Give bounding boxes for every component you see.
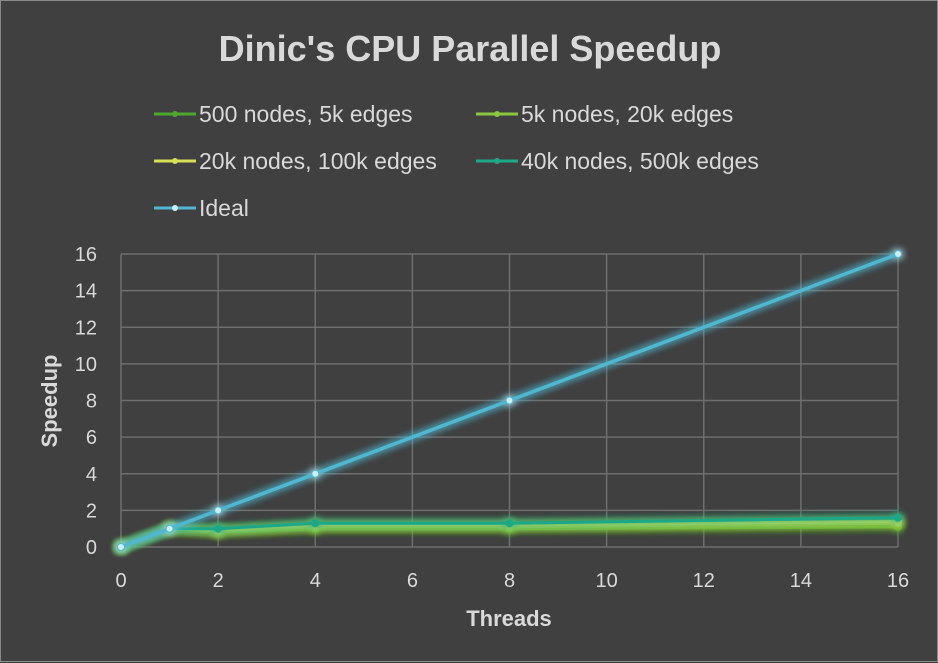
- legend-label: 40k nodes, 500k edges: [521, 148, 759, 174]
- legend-item: Ideal: [154, 195, 249, 221]
- y-tick-label: 6: [86, 427, 97, 449]
- legend-marker: [494, 111, 500, 117]
- y-tick-label: 14: [75, 281, 97, 303]
- data-point: [505, 519, 514, 528]
- legend-marker: [172, 158, 178, 164]
- legend-marker: [172, 111, 178, 117]
- data-point: [894, 250, 902, 258]
- y-tick-label: 8: [86, 391, 97, 413]
- legend-item: 20k nodes, 100k edges: [154, 148, 437, 174]
- legend-item: 5k nodes, 20k edges: [476, 101, 733, 127]
- legend-label: 500 nodes, 5k edges: [199, 101, 413, 127]
- y-tick-label: 4: [86, 464, 97, 486]
- x-tick-label: 10: [596, 570, 618, 592]
- legend: 500 nodes, 5k edges 5k nodes, 20k edges 20…: [154, 101, 759, 221]
- x-tick-label: 2: [213, 570, 224, 592]
- y-axis-label: Speedup: [37, 355, 62, 448]
- x-tick-label: 4: [310, 570, 321, 592]
- data-point: [165, 524, 174, 533]
- legend-item: 500 nodes, 5k edges: [154, 101, 413, 127]
- x-tick-label: 14: [790, 570, 812, 592]
- chart-frame: Dinic's CPU Parallel Speedup 500 nodes, …: [0, 0, 938, 662]
- legend-item: 40k nodes, 500k edges: [476, 148, 759, 174]
- y-tick-label: 2: [86, 500, 97, 522]
- y-tick-label: 0: [86, 537, 97, 559]
- data-point: [505, 396, 514, 405]
- y-tick-label: 10: [75, 354, 97, 376]
- data-point: [894, 513, 902, 522]
- y-axis-ticks: 0 2 4 6 8 10 12 14 16: [75, 244, 97, 559]
- x-tick-label: 16: [887, 570, 909, 592]
- legend-label: 5k nodes, 20k edges: [521, 101, 733, 127]
- data-point: [311, 469, 320, 478]
- x-axis-label: Threads: [466, 606, 552, 631]
- chart-title: Dinic's CPU Parallel Speedup: [219, 28, 722, 69]
- x-tick-label: 12: [693, 570, 715, 592]
- legend-label: 20k nodes, 100k edges: [199, 148, 437, 174]
- x-axis-ticks: 0 2 4 6 8 10 12 14 16: [115, 570, 909, 592]
- legend-label: Ideal: [199, 195, 249, 221]
- x-tick-label: 8: [504, 570, 515, 592]
- x-tick-label: 6: [407, 570, 418, 592]
- data-point: [311, 519, 320, 528]
- data-point: [214, 524, 223, 533]
- chart-canvas: Dinic's CPU Parallel Speedup 500 nodes, …: [37, 28, 909, 631]
- x-tick-label: 0: [115, 570, 126, 592]
- data-point: [117, 543, 125, 551]
- legend-marker: [494, 158, 500, 164]
- data-point: [214, 506, 223, 515]
- y-tick-label: 16: [75, 244, 97, 266]
- legend-marker: [172, 205, 178, 211]
- y-tick-label: 12: [75, 317, 97, 339]
